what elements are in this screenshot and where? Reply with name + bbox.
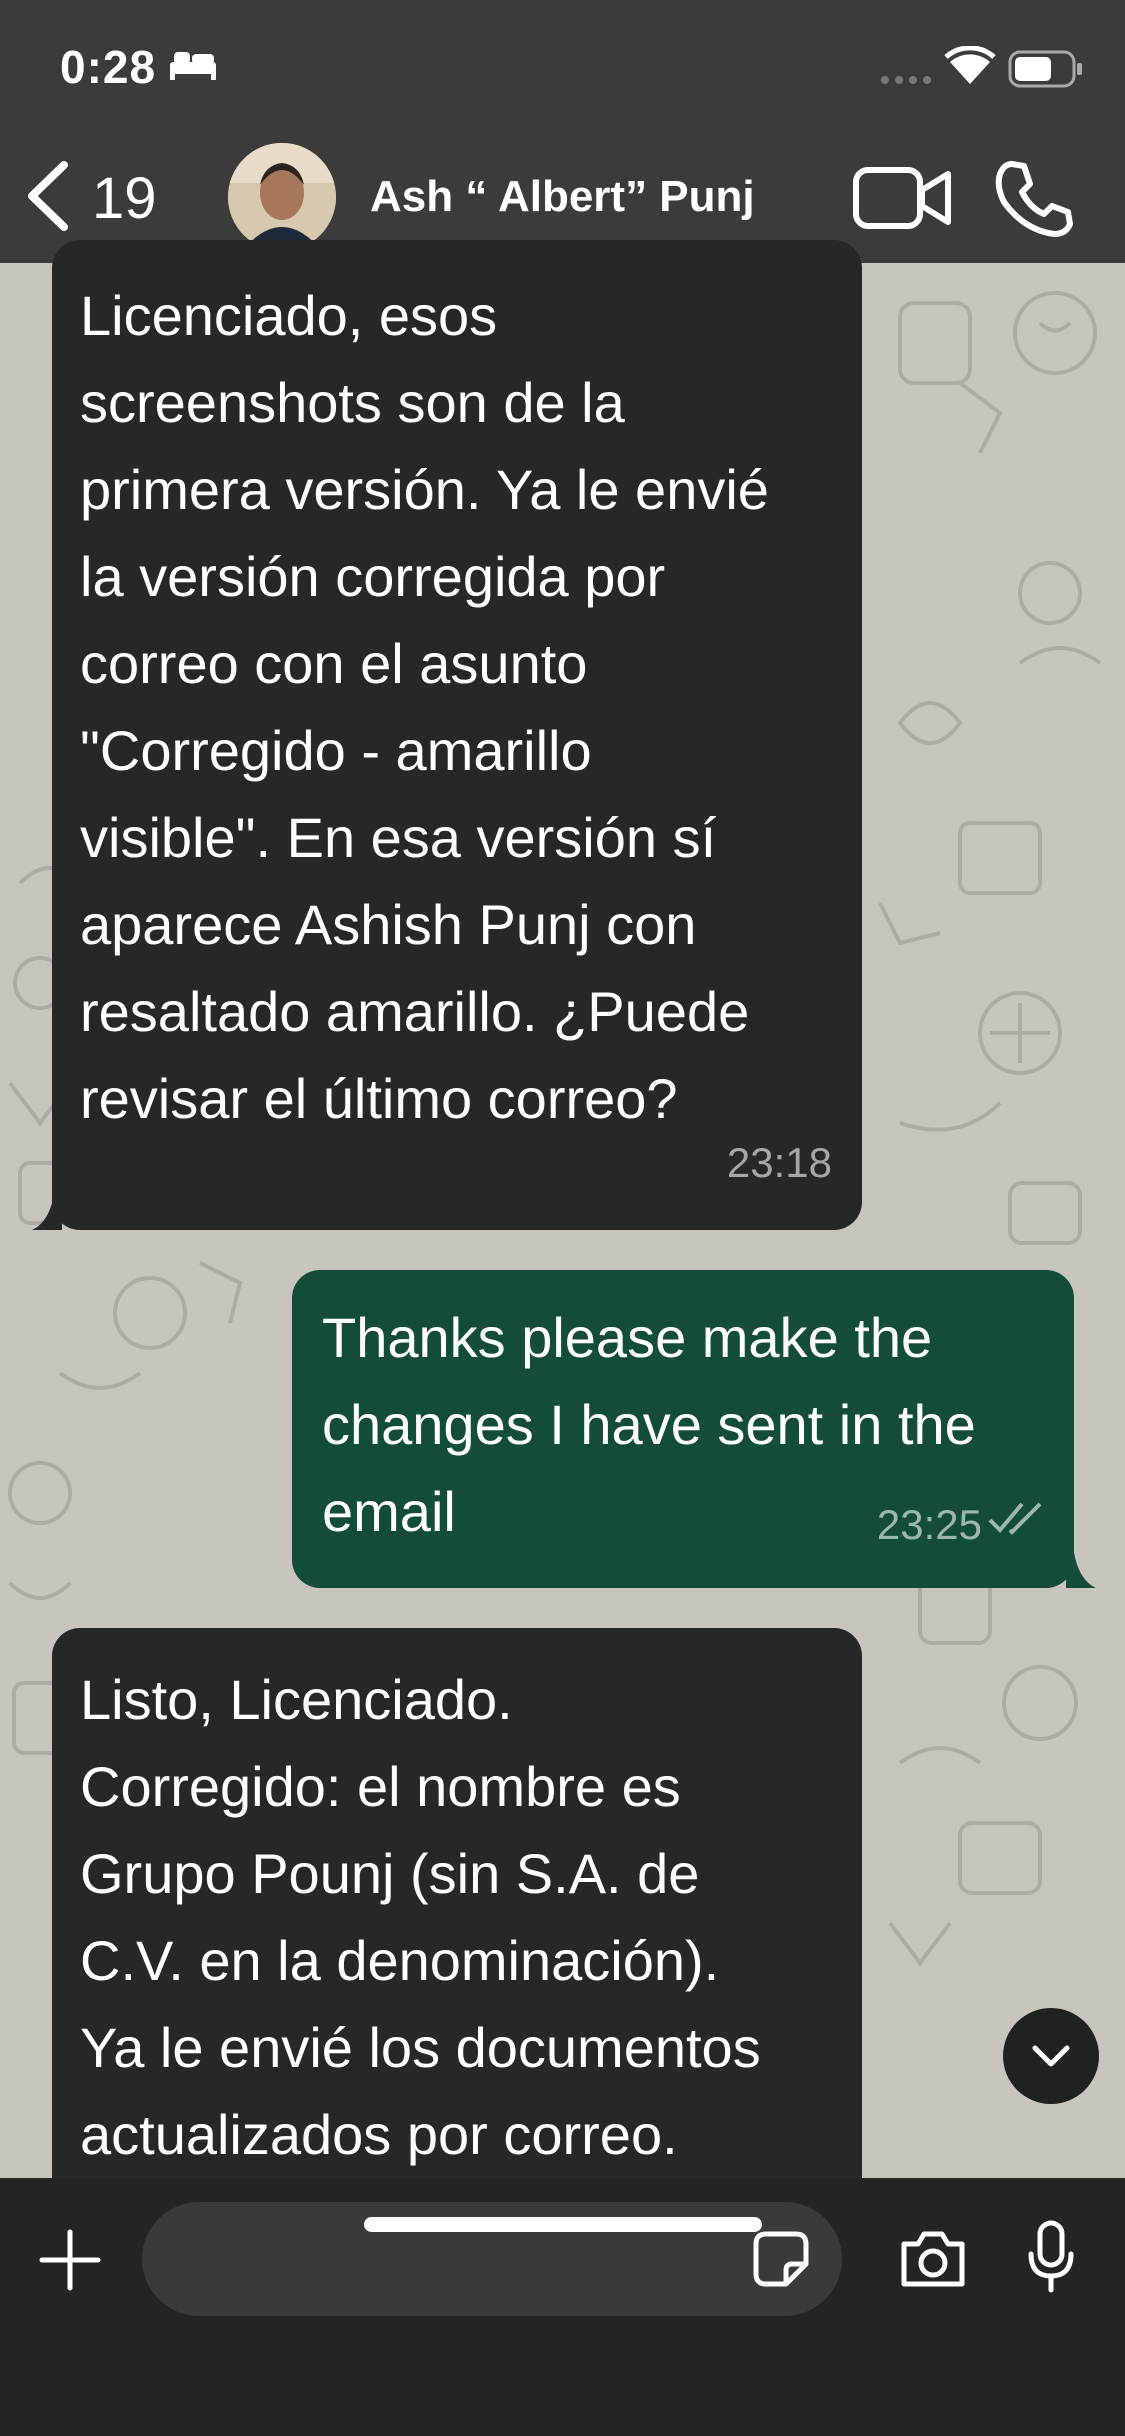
contact-name[interactable]: Ash “ Albert” Punj — [370, 172, 755, 222]
status-bar: 0:28 — [0, 0, 1125, 140]
message-text: Listo, Licenciado. Corregido: el nombre … — [80, 1668, 761, 2166]
wifi-icon — [944, 45, 996, 91]
attach-button[interactable] — [38, 2228, 102, 2297]
camera-button[interactable] — [898, 2230, 968, 2293]
scroll-to-bottom-button[interactable] — [1003, 2008, 1099, 2104]
home-indicator — [364, 2217, 762, 2232]
chevron-left-icon — [24, 160, 70, 236]
unread-count: 19 — [92, 165, 157, 231]
bed-icon — [168, 48, 218, 87]
avatar[interactable] — [228, 143, 336, 251]
bubble-tail — [1066, 1534, 1096, 1588]
bubble-tail — [32, 1176, 62, 1230]
microphone-icon — [1028, 2220, 1074, 2293]
video-call-button[interactable] — [852, 162, 954, 239]
message-time: 23:25 — [876, 1501, 982, 1548]
double-check-icon — [988, 1473, 1046, 1560]
message-bubble-incoming[interactable]: Listo, Licenciado. Corregido: el nombre … — [52, 1628, 862, 2228]
video-camera-icon — [853, 167, 951, 229]
phone-icon — [995, 161, 1073, 237]
message-text: Licenciado, esos screenshots son de la p… — [80, 284, 769, 1130]
battery-icon — [1008, 50, 1084, 93]
plus-icon — [39, 2229, 101, 2291]
message-bubble-incoming[interactable]: Licenciado, esos screenshots son de la p… — [52, 240, 862, 1230]
cellular-signal-icon — [880, 72, 934, 90]
message-bubble-outgoing[interactable]: Thanks please make the changes I have se… — [292, 1270, 1074, 1588]
voice-call-button[interactable] — [994, 158, 1074, 243]
status-time: 0:28 — [60, 41, 157, 93]
message-time: 23:18 — [726, 1139, 832, 1186]
camera-icon — [901, 2231, 965, 2287]
back-button[interactable]: 19 — [24, 158, 174, 238]
sticker-button[interactable] — [752, 2230, 810, 2293]
chevron-down-icon — [1032, 2045, 1070, 2067]
sticker-icon — [753, 2231, 809, 2287]
microphone-button[interactable] — [1026, 2220, 1076, 2299]
composer-bar — [0, 2178, 1125, 2436]
